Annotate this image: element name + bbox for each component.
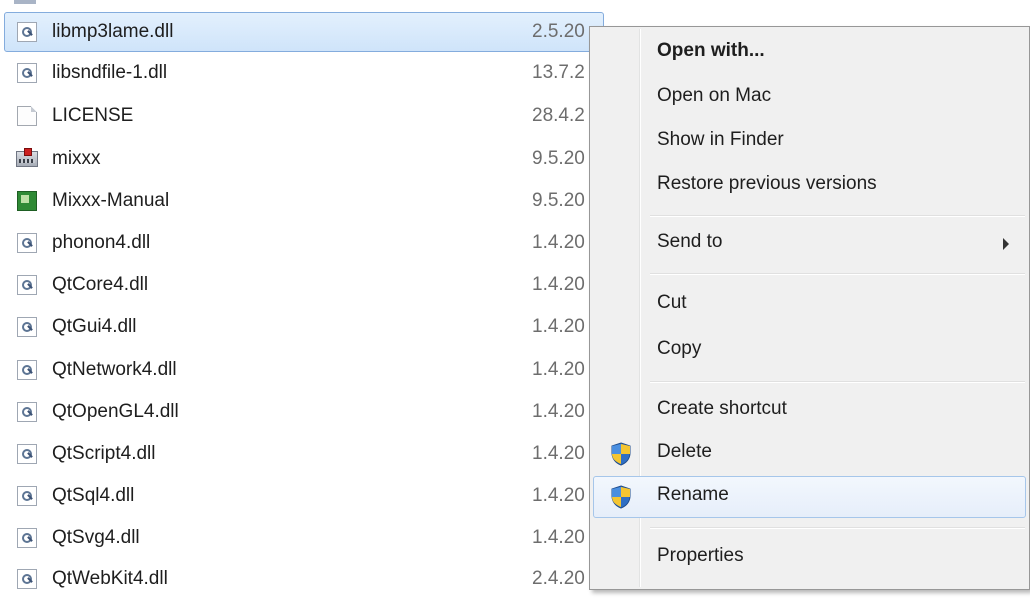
menu-separator	[650, 527, 1025, 529]
menu-item-label: Show in Finder	[657, 129, 784, 150]
menu-separator	[650, 215, 1025, 217]
file-name: QtGui4.dll	[52, 316, 137, 337]
file-name: QtWebKit4.dll	[52, 568, 168, 589]
menu-item-label: Rename	[657, 484, 729, 505]
mixxx-app-icon	[16, 148, 38, 167]
menu-item-create-shortcut[interactable]: Create shortcut	[590, 391, 1030, 431]
file-name: phonon4.dll	[52, 232, 151, 253]
menu-separator	[650, 273, 1025, 275]
file-name: QtSvg4.dll	[52, 527, 140, 548]
file-date: 2.4.20	[532, 568, 585, 589]
file-name: QtNetwork4.dll	[52, 359, 177, 380]
file-name: LICENSE	[52, 105, 134, 126]
dll-file-icon	[17, 317, 37, 337]
file-date: 1.4.20	[532, 359, 585, 380]
menu-item-label: Restore previous versions	[657, 173, 877, 194]
dll-file-icon	[17, 528, 37, 548]
menu-item-label: Copy	[657, 338, 702, 359]
menu-item-open-with[interactable]: Open with...	[590, 33, 1030, 73]
dll-file-icon	[17, 275, 37, 295]
file-date: 1.4.20	[532, 274, 585, 295]
menu-item-properties[interactable]: Properties	[590, 538, 1030, 578]
file-name: QtScript4.dll	[52, 443, 156, 464]
file-name: libmp3lame.dll	[52, 21, 174, 42]
file-date: 13.7.2	[532, 62, 585, 83]
file-date: 1.4.20	[532, 316, 585, 337]
menu-item-open-on-mac[interactable]: Open on Mac	[590, 78, 1030, 118]
menu-item-delete[interactable]: Delete	[590, 434, 1030, 474]
dll-file-icon	[17, 402, 37, 422]
menu-item-label: Cut	[657, 292, 687, 313]
dll-file-icon	[17, 63, 37, 83]
menu-item-restore-previous-versions[interactable]: Restore previous versions	[590, 166, 1030, 206]
file-name: Mixxx-Manual	[52, 190, 170, 211]
dll-file-icon	[17, 360, 37, 380]
header-edge	[14, 0, 36, 4]
menu-item-label: Send to	[657, 231, 723, 252]
context-menu: Open with... Open on Mac Show in Finder …	[589, 26, 1030, 590]
menu-item-cut[interactable]: Cut	[590, 285, 1030, 325]
menu-item-label: Delete	[657, 441, 712, 462]
file-date: 1.4.20	[532, 485, 585, 506]
file-name: QtOpenGL4.dll	[52, 401, 179, 422]
menu-item-label: Create shortcut	[657, 398, 787, 419]
dll-file-icon	[17, 22, 37, 42]
file-name: QtSql4.dll	[52, 485, 135, 506]
file-date: 1.4.20	[532, 232, 585, 253]
menu-item-label: Open with...	[657, 40, 765, 61]
dll-file-icon	[17, 444, 37, 464]
column-header-strip	[0, 0, 1030, 6]
uac-shield-icon	[611, 442, 631, 466]
file-date: 9.5.20	[532, 190, 585, 211]
file-date: 1.4.20	[532, 401, 585, 422]
file-date: 1.4.20	[532, 527, 585, 548]
menu-separator	[650, 381, 1025, 383]
menu-item-label: Open on Mac	[657, 85, 772, 106]
uac-shield-icon	[611, 485, 631, 509]
file-row-libmp3lame[interactable]: libmp3lame.dll 2.5.20	[4, 12, 604, 52]
file-date: 9.5.20	[532, 148, 585, 169]
dll-file-icon	[17, 233, 37, 253]
file-name: QtCore4.dll	[52, 274, 149, 295]
menu-item-label: Properties	[657, 545, 744, 566]
file-date: 28.4.2	[532, 105, 585, 126]
menu-item-rename[interactable]: Rename	[593, 476, 1026, 518]
help-document-icon	[17, 191, 37, 211]
file-date: 1.4.20	[532, 443, 585, 464]
menu-item-send-to[interactable]: Send to	[590, 224, 1030, 264]
file-date: 2.5.20	[532, 21, 585, 42]
submenu-arrow-icon	[1003, 238, 1009, 250]
menu-item-copy[interactable]: Copy	[590, 331, 1030, 371]
dll-file-icon	[17, 569, 37, 589]
text-file-icon	[17, 106, 37, 126]
file-name: mixxx	[52, 148, 101, 169]
menu-item-show-in-finder[interactable]: Show in Finder	[590, 122, 1030, 162]
file-name: libsndfile-1.dll	[52, 62, 168, 83]
dll-file-icon	[17, 486, 37, 506]
